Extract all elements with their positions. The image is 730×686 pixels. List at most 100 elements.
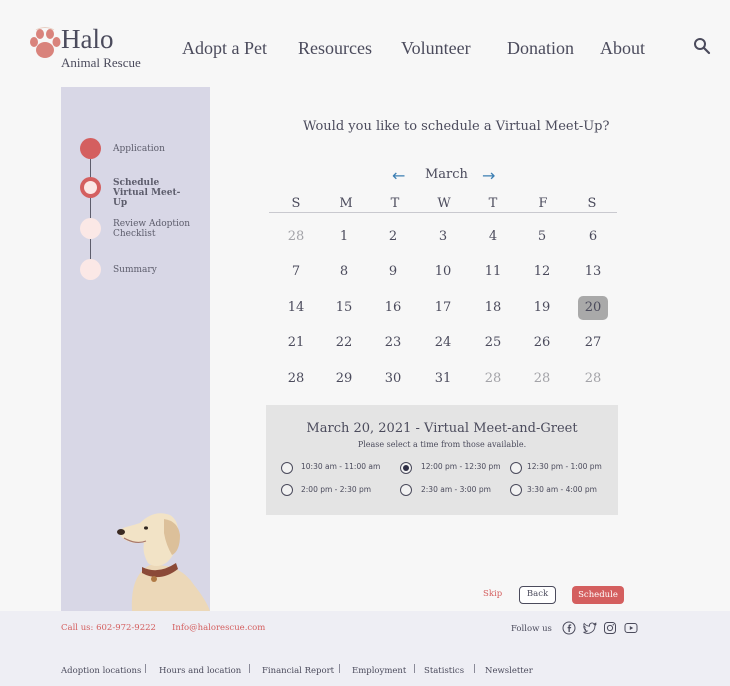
weekday-header: T [488, 196, 498, 211]
calendar-day[interactable]: 18 [477, 296, 509, 320]
calendar-day[interactable]: 12 [526, 260, 558, 284]
panel-title: March 20, 2021 - Virtual Meet-and-Greet [306, 421, 578, 436]
calendar-day[interactable]: 17 [427, 296, 459, 320]
time-slot-radio[interactable] [281, 484, 293, 496]
schedule-button[interactable]: Schedule [572, 586, 624, 604]
time-slot-label[interactable]: 12:30 pm - 1:00 pm [527, 462, 602, 471]
calendar-day[interactable]: 28 [280, 225, 312, 249]
twitter-icon[interactable] [583, 621, 597, 635]
time-slot-label[interactable]: 2:00 pm - 2:30 pm [301, 485, 371, 494]
meetup-question: Would you like to schedule a Virtual Mee… [303, 119, 610, 134]
step-label-review[interactable]: Review Adoption Checklist [113, 219, 193, 239]
nav-resources[interactable]: Resources [298, 38, 372, 59]
search-icon[interactable] [693, 37, 711, 55]
time-slot-radio[interactable] [281, 462, 293, 474]
calendar-day[interactable]: 11 [477, 260, 509, 284]
calendar-day[interactable]: 8 [328, 260, 360, 284]
time-slot-label[interactable]: 12:00 pm - 12:30 pm [421, 462, 501, 471]
next-month-arrow-icon[interactable]: → [482, 166, 495, 185]
time-slot-label[interactable]: 10:30 am - 11:00 am [301, 462, 380, 471]
footer-link-employment[interactable]: Employment [352, 666, 406, 676]
footer-link-hours[interactable]: Hours and location [159, 666, 241, 676]
prev-month-arrow-icon[interactable]: ← [392, 166, 405, 185]
calendar-day[interactable]: 25 [477, 331, 509, 355]
weekday-header: S [587, 196, 597, 211]
calendar-day[interactable]: 26 [526, 331, 558, 355]
calendar-day[interactable]: 28 [526, 367, 558, 391]
nav-volunteer[interactable]: Volunteer [401, 38, 471, 59]
footer-separator [145, 664, 146, 673]
progress-line [90, 148, 91, 270]
step-dot-schedule[interactable] [80, 177, 101, 198]
calendar-day[interactable]: 28 [577, 367, 609, 391]
calendar-day[interactable]: 10 [427, 260, 459, 284]
footer-separator [249, 664, 250, 673]
calendar-day[interactable]: 24 [427, 331, 459, 355]
calendar-day[interactable]: 22 [328, 331, 360, 355]
calendar-day[interactable]: 28 [477, 367, 509, 391]
calendar-day[interactable]: 3 [427, 225, 459, 249]
facebook-icon[interactable] [562, 621, 576, 635]
weekday-header: W [437, 196, 451, 211]
calendar-day[interactable]: 21 [280, 331, 312, 355]
dog-photo [117, 513, 210, 611]
step-dot-inner [84, 181, 97, 194]
logo-title[interactable]: Halo [61, 24, 113, 55]
calendar-day[interactable]: 5 [526, 225, 558, 249]
paw-logo-icon[interactable] [28, 27, 62, 61]
calendar-day[interactable]: 28 [280, 367, 312, 391]
step-label-schedule[interactable]: Schedule Virtual Meet-Up [113, 178, 193, 208]
calendar-day[interactable]: 16 [377, 296, 409, 320]
calendar-day[interactable]: 29 [328, 367, 360, 391]
weekday-header: T [390, 196, 400, 211]
month-label: March [425, 167, 468, 182]
footer-link-financial-report[interactable]: Financial Report [262, 666, 334, 676]
step-dot-summary[interactable] [80, 259, 101, 280]
calendar-day[interactable]: 14 [280, 296, 312, 320]
instagram-icon[interactable] [603, 621, 617, 635]
calendar-day[interactable]: 6 [577, 225, 609, 249]
calendar-day[interactable]: 23 [377, 331, 409, 355]
step-dot-application[interactable] [80, 138, 101, 159]
footer-separator [474, 664, 475, 673]
footer-separator [414, 664, 415, 673]
time-slot-radio[interactable] [510, 462, 522, 474]
footer-link-statistics[interactable]: Statistics [424, 666, 464, 676]
weekday-header: S [291, 196, 301, 211]
nav-about[interactable]: About [600, 38, 645, 59]
step-dot-review[interactable] [80, 218, 101, 239]
follow-us-label: Follow us [511, 624, 552, 634]
weekday-header: M [339, 196, 353, 211]
calendar-day[interactable]: 27 [577, 331, 609, 355]
calendar-day[interactable]: 31 [427, 367, 459, 391]
calendar-day[interactable]: 1 [328, 225, 360, 249]
youtube-icon[interactable] [624, 621, 638, 635]
time-slot-radio[interactable] [400, 484, 412, 496]
logo-subtitle: Animal Rescue [61, 55, 141, 70]
weekday-header: F [538, 196, 548, 211]
step-label-summary[interactable]: Summary [113, 265, 193, 275]
back-button[interactable]: Back [519, 586, 556, 604]
nav-donation[interactable]: Donation [507, 38, 574, 59]
calendar-day[interactable]: 15 [328, 296, 360, 320]
calendar-day[interactable]: 30 [377, 367, 409, 391]
calendar-day[interactable]: 13 [577, 260, 609, 284]
calendar-day-selected[interactable]: 20 [578, 296, 608, 320]
calendar-day[interactable]: 9 [377, 260, 409, 284]
calendar-day[interactable]: 2 [377, 225, 409, 249]
footer-email[interactable]: Info@halorescue.com [172, 623, 265, 633]
time-slot-radio[interactable] [400, 462, 412, 474]
time-slot-label[interactable]: 2:30 am - 3:00 pm [421, 485, 491, 494]
footer-phone[interactable]: Call us: 602-972-9222 [61, 623, 156, 633]
calendar-day[interactable]: 4 [477, 225, 509, 249]
time-slot-label[interactable]: 3:30 am - 4:00 pm [527, 485, 597, 494]
nav-adopt-a-pet[interactable]: Adopt a Pet [182, 38, 267, 59]
calendar-day[interactable]: 7 [280, 260, 312, 284]
skip-link[interactable]: Skip [483, 589, 502, 599]
calendar-day[interactable]: 19 [526, 296, 558, 320]
footer-separator [339, 664, 340, 673]
footer-link-adoption-locations[interactable]: Adoption locations [61, 666, 141, 676]
step-label-application[interactable]: Application [113, 144, 193, 154]
time-slot-radio[interactable] [510, 484, 522, 496]
footer-link-newsletter[interactable]: Newsletter [485, 666, 533, 676]
